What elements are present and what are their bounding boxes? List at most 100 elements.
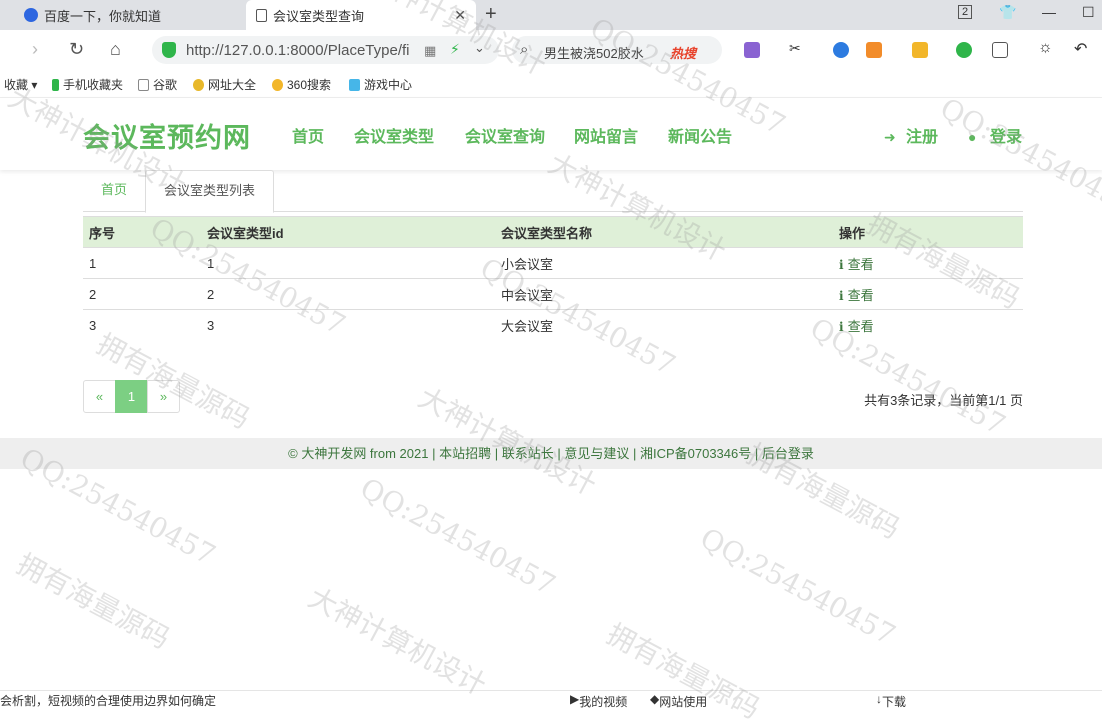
status-my-video[interactable]: ▶ 我的视频 (570, 692, 627, 709)
maximize-icon[interactable]: ☐ (1082, 4, 1095, 21)
prev-page-button[interactable]: « (83, 380, 116, 413)
user-icon: ● (968, 129, 977, 145)
new-tab-icon[interactable]: + (485, 3, 497, 26)
sites-icon (193, 79, 204, 91)
info-icon: i (839, 257, 844, 272)
tab-title: 百度一下，你就知道 (44, 8, 162, 24)
tab-home[interactable]: 首页 (83, 170, 145, 212)
col-action: 操作 (833, 216, 1023, 248)
footer-link-feedback[interactable]: 意见与建议 (564, 446, 629, 461)
gamepad-icon (349, 79, 360, 91)
address-url[interactable]: http://127.0.0.1:8000/PlaceType/fi (186, 42, 438, 59)
status-news[interactable]: 会析割，短视频的合理使用边界如何确定 (0, 692, 216, 709)
cell-name: 小会议室 (495, 247, 833, 279)
search-icon: ⌕ (520, 41, 529, 58)
register-link[interactable]: ➜ 注册 (884, 123, 938, 147)
hot-search-badge[interactable]: 热搜 (670, 43, 696, 62)
footer-link-admin[interactable]: 后台登录 (762, 446, 814, 461)
tab-title: 会议室类型查询 (273, 8, 365, 24)
page-icon (256, 8, 267, 22)
footer-link-contact[interactable]: 联系站长 (502, 446, 554, 461)
table-row: 3 3 大会议室 i 查看 (83, 309, 1023, 341)
secure-shield-icon (162, 42, 176, 58)
page-tabs: 首页 会议室类型列表 (83, 170, 1023, 213)
baidu-icon (24, 8, 38, 22)
view-link[interactable]: i 查看 (839, 257, 874, 272)
cell-id: 2 (201, 278, 495, 310)
cell-action: i 查看 (833, 278, 1023, 310)
skin-icon[interactable]: 👕 (999, 4, 1016, 21)
find-icon[interactable] (833, 42, 849, 58)
view-link[interactable]: i 查看 (839, 319, 874, 334)
search-box[interactable]: ⌕ 男生被浇502胶水 热搜 (512, 36, 722, 64)
phone-icon (52, 79, 59, 91)
address-bar[interactable]: http://127.0.0.1:8000/PlaceType/fi ▦ ⚡ ⌄ (152, 36, 499, 64)
bookmark-360[interactable]: 360搜索 (272, 76, 331, 93)
copyright: © 大神开发网 from 2021 (288, 446, 429, 461)
cell-id: 3 (201, 309, 495, 341)
view-link[interactable]: i 查看 (839, 288, 874, 303)
bookmark-sites[interactable]: 网址大全 (193, 76, 256, 93)
col-name: 会议室类型名称 (495, 216, 833, 248)
360-icon (272, 79, 283, 91)
close-icon[interactable]: ✕ (454, 7, 466, 24)
table-row: 2 2 中会议室 i 查看 (83, 278, 1023, 310)
info-icon: i (839, 288, 844, 303)
footer-link-icp[interactable]: 湘ICP备0703346号 (640, 446, 751, 461)
site-header: 会议室预约网 首页 会议室类型 会议室查询 网站留言 新闻公告 ➜ 注册 ● 登录 (0, 98, 1102, 170)
cell-no: 2 (83, 278, 201, 310)
bookmark-favorites[interactable]: 收藏 ▾ (4, 76, 37, 93)
col-id: 会议室类型id (201, 216, 495, 248)
info-icon: i (839, 319, 844, 334)
nav-home[interactable]: 首页 (292, 123, 324, 147)
bookmark-games[interactable]: 游戏中心 (349, 76, 412, 93)
bookmark-mobile[interactable]: 手机收藏夹 (52, 76, 123, 93)
page-icon (138, 79, 149, 91)
site-brand[interactable]: 会议室预约网 (83, 116, 251, 155)
cell-name: 大会议室 (495, 309, 833, 341)
tab-count-icon[interactable]: 2 (958, 5, 973, 19)
game-icon[interactable] (866, 42, 882, 58)
bolt-icon[interactable]: ⚡ (450, 41, 460, 58)
record-count: 共有3条记录，当前第1/1 页 (864, 393, 1023, 408)
brightness-icon[interactable]: ☼ (1038, 39, 1054, 56)
qr-icon[interactable]: ▦ (424, 43, 436, 59)
footer-link-jobs[interactable]: 本站招聘 (439, 446, 491, 461)
cell-action: i 查看 (833, 309, 1023, 341)
browser-tab-active[interactable]: 会议室类型查询 ✕ (246, 0, 476, 30)
nav-news[interactable]: 新闻公告 (668, 123, 732, 147)
home-icon[interactable]: ⌂ (110, 39, 121, 60)
apps-grid-icon[interactable] (992, 42, 1008, 58)
cell-id: 1 (201, 247, 495, 279)
watermark-text: 大神计算机设计 (303, 580, 492, 702)
login-link[interactable]: ● 登录 (968, 123, 1022, 147)
status-site-usage[interactable]: ◆ 网站使用 (650, 692, 707, 709)
table-header-row: 序号 会议室类型id 会议室类型名称 操作 (83, 216, 1023, 248)
scissors-icon[interactable]: ✂ (789, 40, 805, 56)
site-footer: © 大神开发网 from 2021 | 本站招聘 | 联系站长 | 意见与建议 … (0, 438, 1102, 469)
app-icon[interactable] (956, 42, 972, 58)
bookmarks-bar: 收藏 ▾ 手机收藏夹 谷歌 网址大全 360搜索 游戏中心 (0, 70, 1102, 98)
chevron-down-icon[interactable]: ⌄ (474, 40, 485, 56)
browser-status-bar: 会析割，短视频的合理使用边界如何确定 ▶ 我的视频 ◆ 网站使用 ↓ 下载 (0, 690, 1102, 709)
table-row: 1 1 小会议室 i 查看 (83, 247, 1023, 279)
reload-icon[interactable]: ↻ (69, 39, 84, 60)
bookmark-google[interactable]: 谷歌 (138, 76, 177, 93)
cell-no: 1 (83, 247, 201, 279)
cell-name: 中会议室 (495, 278, 833, 310)
page-1-button[interactable]: 1 (115, 380, 148, 413)
forward-icon[interactable]: › (32, 39, 38, 60)
coin-icon[interactable] (912, 42, 928, 58)
status-download[interactable]: ↓ 下载 (876, 692, 906, 709)
minimize-icon[interactable]: — (1042, 4, 1056, 20)
nav-room-types[interactable]: 会议室类型 (354, 123, 434, 147)
browser-tab-baidu[interactable]: 百度一下，你就知道 (0, 0, 244, 30)
search-query[interactable]: 男生被浇502胶水 (544, 43, 644, 62)
next-page-button[interactable]: » (147, 380, 180, 413)
nav-room-query[interactable]: 会议室查询 (465, 123, 545, 147)
watermark-text: QQ:254540457 (694, 521, 901, 652)
undo-icon[interactable]: ↶ (1074, 39, 1090, 58)
tab-room-type-list[interactable]: 会议室类型列表 (145, 170, 274, 213)
translate-icon[interactable] (744, 42, 760, 58)
nav-messages[interactable]: 网站留言 (574, 123, 638, 147)
